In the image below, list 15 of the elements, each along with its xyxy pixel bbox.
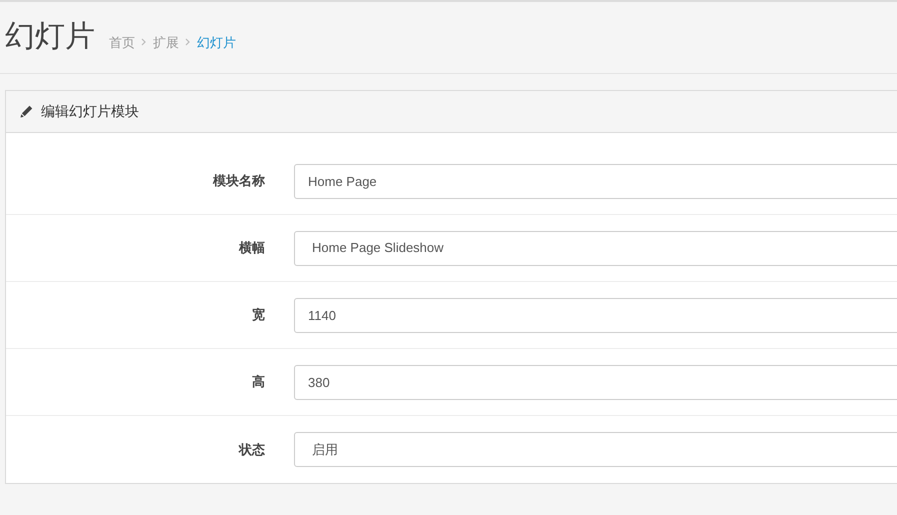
chevron-icon bbox=[185, 38, 191, 46]
field-label: 横幅 bbox=[238, 239, 265, 258]
select-field[interactable]: 启用 bbox=[294, 432, 897, 467]
page-title: 幻灯片 bbox=[5, 19, 95, 55]
input-field[interactable]: Home Page bbox=[294, 164, 897, 198]
chevron-icon bbox=[141, 38, 147, 46]
field-label: 高 bbox=[251, 373, 265, 392]
panel-title: 编辑幻灯片模块 bbox=[41, 102, 139, 121]
pencil-icon bbox=[20, 105, 33, 118]
field-label: 宽 bbox=[251, 306, 265, 324]
input-field[interactable]: 380 bbox=[294, 364, 897, 400]
select-field[interactable]: Home Page Slideshow bbox=[294, 230, 897, 266]
input-field[interactable]: 1140 bbox=[294, 298, 897, 332]
field-label: 状态 bbox=[237, 440, 265, 459]
field-label: 模块名称 bbox=[212, 172, 265, 190]
